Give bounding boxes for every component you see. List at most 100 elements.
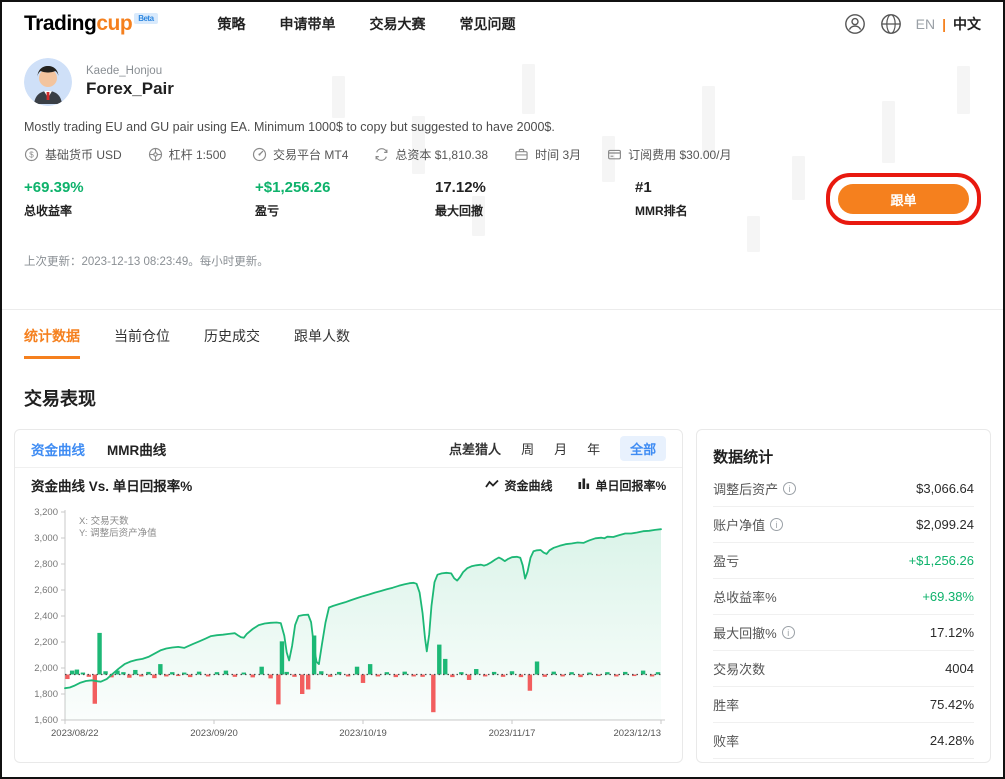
chart-card-header: 资金曲线 MMR曲线 点差猎人 周 月 年 全部 bbox=[15, 430, 682, 468]
stat-max-drawdown-value: 17.12% bbox=[435, 179, 635, 196]
stats-row: 胜率75.42% bbox=[713, 687, 974, 723]
section-title-trading-performance: 交易表现 bbox=[2, 359, 1003, 411]
meta-leverage-text: 杠杆 1:500 bbox=[169, 146, 226, 163]
tab-copiers[interactable]: 跟单人数 bbox=[294, 326, 350, 359]
leverage-icon bbox=[148, 147, 163, 162]
stat-pnl-label: 盈亏 bbox=[255, 202, 435, 219]
nav-item-competition[interactable]: 交易大赛 bbox=[370, 14, 426, 34]
lang-zh[interactable]: 中文 bbox=[953, 14, 981, 34]
strategy-description: Mostly trading EU and GU pair using EA. … bbox=[24, 120, 981, 134]
language-switcher: EN | 中文 bbox=[916, 14, 981, 34]
meta-time: 时间 3月 bbox=[514, 146, 581, 163]
username: Kaede_Honjou bbox=[86, 65, 174, 77]
stat-mmr-rank: #1 MMR排名 bbox=[635, 179, 835, 219]
main-nav: 策略 申请带单 交易大赛 常见问题 bbox=[218, 14, 516, 34]
chart-title: 资金曲线 Vs. 单日回报率% bbox=[31, 475, 192, 495]
meta-time-text: 时间 3月 bbox=[535, 146, 581, 163]
globe-icon[interactable] bbox=[880, 13, 902, 35]
tab-trade-history[interactable]: 历史成交 bbox=[204, 326, 260, 359]
svg-text:1,600: 1,600 bbox=[34, 715, 58, 726]
stats-row-label: 胜率 bbox=[713, 695, 739, 714]
nav-item-faq[interactable]: 常见问题 bbox=[460, 14, 516, 34]
equity-vs-daily-return-chart[interactable]: 1,6001,8002,0002,2002,4002,6002,8003,000… bbox=[25, 504, 671, 754]
avatar bbox=[24, 58, 72, 106]
meta-platform-text: 交易平台 MT4 bbox=[273, 146, 348, 163]
tab-current-positions[interactable]: 当前仓位 bbox=[114, 326, 170, 359]
svg-text:2023/10/19: 2023/10/19 bbox=[339, 728, 387, 739]
page: Tradingcup Beta 策略 申请带单 交易大赛 常见问题 EN | 中… bbox=[0, 0, 1005, 779]
info-icon[interactable]: i bbox=[782, 626, 795, 639]
logo[interactable]: Tradingcup Beta bbox=[24, 12, 158, 36]
chart-tab-equity-curve[interactable]: 资金曲线 bbox=[31, 439, 85, 459]
stats-row-label: 调整后资产i bbox=[713, 479, 796, 498]
lang-en[interactable]: EN bbox=[916, 16, 935, 32]
legend-daily-return: 单日回报率% bbox=[578, 477, 666, 494]
stats-row-value: 4004 bbox=[945, 661, 974, 676]
topbar-right: EN | 中文 bbox=[844, 13, 981, 35]
meta-base-currency: $ 基础货币 USD bbox=[24, 146, 122, 163]
chart-subheader: 资金曲线 Vs. 单日回报率% 资金曲线 单日回报率% bbox=[15, 468, 682, 502]
svg-text:1,800: 1,800 bbox=[34, 689, 58, 700]
bar-series-icon bbox=[578, 478, 590, 492]
legend-equity-curve: 资金曲线 bbox=[485, 477, 552, 494]
stats-row: 盈亏+$1,256.26 bbox=[713, 543, 974, 579]
filter-year[interactable]: 年 bbox=[587, 439, 600, 458]
profile-names: Kaede_Honjou Forex_Pair bbox=[86, 65, 174, 99]
data-statistics-panel: 数据统计 调整后资产i $3,066.64 账户净值i $2,099.24 盈亏+$1,… bbox=[696, 429, 991, 763]
svg-text:2,400: 2,400 bbox=[34, 611, 58, 622]
stat-pnl: +$1,256.26 盈亏 bbox=[255, 179, 435, 219]
filter-month[interactable]: 月 bbox=[554, 439, 567, 458]
stats-row-label: 交易次数 bbox=[713, 659, 765, 678]
meta-base-currency-text: 基础货币 USD bbox=[45, 146, 122, 163]
stats-row-value: $3,066.64 bbox=[916, 481, 974, 496]
info-icon[interactable]: i bbox=[770, 518, 783, 531]
stats-panel-title: 数据统计 bbox=[713, 446, 974, 467]
follow-button[interactable]: 跟单 bbox=[838, 184, 969, 214]
svg-text:2,800: 2,800 bbox=[34, 559, 58, 570]
line-series-icon bbox=[485, 478, 499, 492]
meta-leverage: 杠杆 1:500 bbox=[148, 146, 226, 163]
filter-spread-hunter[interactable]: 点差猎人 bbox=[449, 439, 501, 458]
chart-tab-mmr-curve[interactable]: MMR曲线 bbox=[107, 439, 166, 459]
svg-text:2023/12/13: 2023/12/13 bbox=[613, 728, 661, 739]
tab-statistics[interactable]: 统计数据 bbox=[24, 326, 80, 359]
svg-text:2023/11/17: 2023/11/17 bbox=[489, 728, 536, 739]
stats-row: 总收益率%+69.38% bbox=[713, 579, 974, 615]
svg-text:2023/09/20: 2023/09/20 bbox=[190, 728, 238, 739]
page-tabs: 统计数据 当前仓位 历史成交 跟单人数 bbox=[2, 309, 1003, 359]
stats-row: 最大回撤%i 17.12% bbox=[713, 615, 974, 651]
info-icon[interactable]: i bbox=[783, 482, 796, 495]
chart-body: 1,6001,8002,0002,2002,4002,6002,8003,000… bbox=[15, 502, 682, 759]
nav-item-strategy[interactable]: 策略 bbox=[218, 14, 246, 34]
stats-row-value: 17.12% bbox=[930, 625, 974, 640]
equity-chart-card: 资金曲线 MMR曲线 点差猎人 周 月 年 全部 资金曲线 Vs. 单日回报率%… bbox=[14, 429, 683, 763]
meta-capital: 总资本 $1,810.38 bbox=[374, 146, 488, 163]
svg-text:2023/08/22: 2023/08/22 bbox=[51, 728, 99, 739]
chart-legend: 资金曲线 单日回报率% bbox=[485, 477, 666, 494]
stat-mmr-rank-label: MMR排名 bbox=[635, 202, 835, 219]
legend-equity-curve-label: 资金曲线 bbox=[504, 477, 552, 494]
logo-text-trading: Trading bbox=[24, 12, 96, 36]
filter-week[interactable]: 周 bbox=[521, 439, 534, 458]
stats-row-value: $2,099.24 bbox=[916, 517, 974, 532]
svg-text:Y: 调整后资产净值: Y: 调整后资产净值 bbox=[79, 527, 157, 539]
user-account-icon[interactable] bbox=[844, 13, 866, 35]
svg-text:2,000: 2,000 bbox=[34, 663, 58, 674]
top-navbar: Tradingcup Beta 策略 申请带单 交易大赛 常见问题 EN | 中… bbox=[2, 2, 1003, 46]
strategy-name: Forex_Pair bbox=[86, 79, 174, 99]
stats-row: 期望i+$0.31 bbox=[713, 759, 974, 763]
capital-icon bbox=[374, 147, 389, 162]
svg-text:X: 交易天数: X: 交易天数 bbox=[79, 515, 129, 527]
svg-text:2,600: 2,600 bbox=[34, 585, 58, 596]
stats-row: 调整后资产i $3,066.64 bbox=[713, 471, 974, 507]
key-stats-row: +69.39% 总收益率 +$1,256.26 盈亏 17.12% 最大回撤 #… bbox=[24, 179, 981, 237]
stats-row-label: 最大回撤%i bbox=[713, 623, 795, 642]
meta-subscription: 订阅费用 $30.00/月 bbox=[607, 146, 731, 163]
filter-all[interactable]: 全部 bbox=[620, 436, 666, 461]
nav-item-apply-lead[interactable]: 申请带单 bbox=[280, 14, 336, 34]
beta-badge: Beta bbox=[134, 13, 157, 24]
logo-text-cup: cup bbox=[96, 12, 132, 36]
svg-text:3,000: 3,000 bbox=[34, 533, 58, 544]
platform-icon bbox=[252, 147, 267, 162]
stats-row-label: 账户净值i bbox=[713, 515, 783, 534]
